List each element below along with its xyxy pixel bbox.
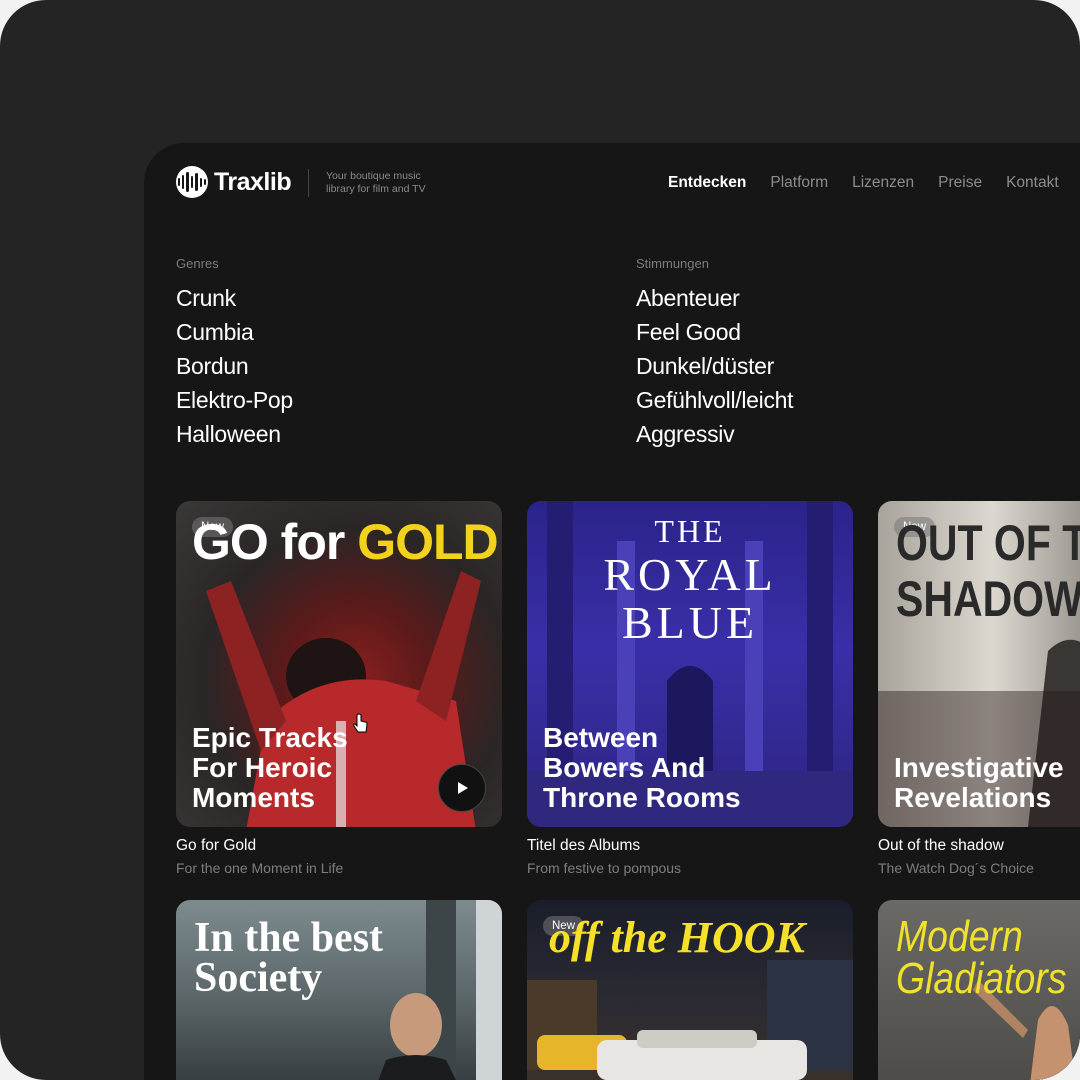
mood-item[interactable]: Dunkel/düster bbox=[636, 349, 793, 383]
genre-item[interactable]: Crunk bbox=[176, 281, 293, 315]
play-icon bbox=[458, 782, 468, 794]
album-card-out-of-the-shadow[interactable]: New OUT OF TH SHADOW Investigative Revel… bbox=[878, 501, 1080, 876]
mood-item[interactable]: Abenteuer bbox=[636, 281, 793, 315]
genre-item[interactable]: Bordun bbox=[176, 349, 293, 383]
art-title: off the HOOK bbox=[549, 913, 805, 962]
mood-item[interactable]: Feel Good bbox=[636, 315, 793, 349]
brand-name: Traxlib bbox=[214, 167, 292, 196]
art-headline: Between Bowers And Throne Rooms bbox=[543, 722, 741, 813]
main-nav: Entdecken Platform Lizenzen Preise Konta… bbox=[668, 174, 1059, 192]
card-subtitle: For the one Moment in Life bbox=[176, 860, 344, 876]
device-frame: Traxlib Your boutique music library for … bbox=[0, 0, 1080, 1080]
app-screen: Traxlib Your boutique music library for … bbox=[144, 143, 1080, 1080]
album-card-off-the-hook[interactable]: New off the HOOK bbox=[527, 900, 853, 1080]
art-title: THE ROYAL BLUE bbox=[603, 513, 777, 648]
art-title: Modern Gladiators bbox=[896, 912, 1067, 1003]
art-title: OUT OF TH SHADOW bbox=[896, 515, 1080, 627]
genres-list: Genres Crunk Cumbia Bordun Elektro-Pop H… bbox=[176, 256, 293, 451]
mood-item[interactable]: Gefühlvoll/leicht bbox=[636, 383, 794, 417]
play-button[interactable] bbox=[438, 764, 486, 812]
album-card-go-for-gold[interactable]: New GO for GOLD Epic Tracks For Heroic M… bbox=[176, 501, 502, 876]
card-title: Out of the shadow bbox=[878, 837, 1004, 854]
logo[interactable]: Traxlib bbox=[176, 166, 292, 198]
album-art[interactable]: New GO for GOLD Epic Tracks For Heroic M… bbox=[176, 501, 502, 827]
genre-item[interactable]: Halloween bbox=[176, 417, 293, 451]
nav-preise[interactable]: Preise bbox=[938, 174, 982, 192]
card-title: Titel des Albums bbox=[527, 837, 641, 854]
nav-platform[interactable]: Platform bbox=[770, 174, 828, 192]
album-card-royal-blue[interactable]: THE ROYAL BLUE Between Bowers And Throne… bbox=[527, 501, 853, 876]
nav-kontakt[interactable]: Kontakt bbox=[1006, 174, 1059, 192]
card-subtitle: The Watch Dog´s Choice bbox=[878, 860, 1034, 876]
album-art[interactable]: In the best Society bbox=[176, 900, 502, 1080]
genre-item[interactable]: Cumbia bbox=[176, 315, 293, 349]
genre-item[interactable]: Elektro-Pop bbox=[176, 383, 293, 417]
art-headline: Investigative Revelations bbox=[894, 752, 1064, 813]
art-title: In the best Society bbox=[194, 915, 384, 1001]
card-subtitle: From festive to pompous bbox=[527, 860, 682, 876]
album-card-in-the-best-society[interactable]: In the best Society bbox=[176, 900, 502, 1080]
mood-item[interactable]: Aggressiv bbox=[636, 417, 793, 451]
album-art[interactable]: New off the HOOK bbox=[527, 900, 853, 1080]
genres-heading: Genres bbox=[176, 256, 219, 271]
album-art[interactable]: THE ROYAL BLUE Between Bowers And Throne… bbox=[527, 501, 853, 827]
brand-tagline: Your boutique music library for film and… bbox=[326, 170, 426, 195]
moods-list: Stimmungen Abenteuer Feel Good Dunkel/dü… bbox=[636, 256, 794, 451]
album-art[interactable]: Modern Gladiators bbox=[878, 900, 1080, 1080]
card-title: Go for Gold bbox=[176, 837, 257, 854]
hand-cursor-icon bbox=[353, 713, 368, 733]
header-divider bbox=[308, 169, 309, 197]
album-card-modern-gladiators[interactable]: Modern Gladiators bbox=[878, 900, 1080, 1080]
art-headline: Epic Tracks For Heroic Moments bbox=[192, 722, 348, 813]
moods-heading: Stimmungen bbox=[636, 256, 709, 271]
waveform-logo-icon bbox=[176, 166, 208, 198]
album-art[interactable]: New OUT OF TH SHADOW Investigative Revel… bbox=[878, 501, 1080, 827]
art-title: GO for GOLD bbox=[192, 514, 499, 570]
nav-entdecken[interactable]: Entdecken bbox=[668, 174, 746, 192]
nav-lizenzen[interactable]: Lizenzen bbox=[852, 174, 914, 192]
